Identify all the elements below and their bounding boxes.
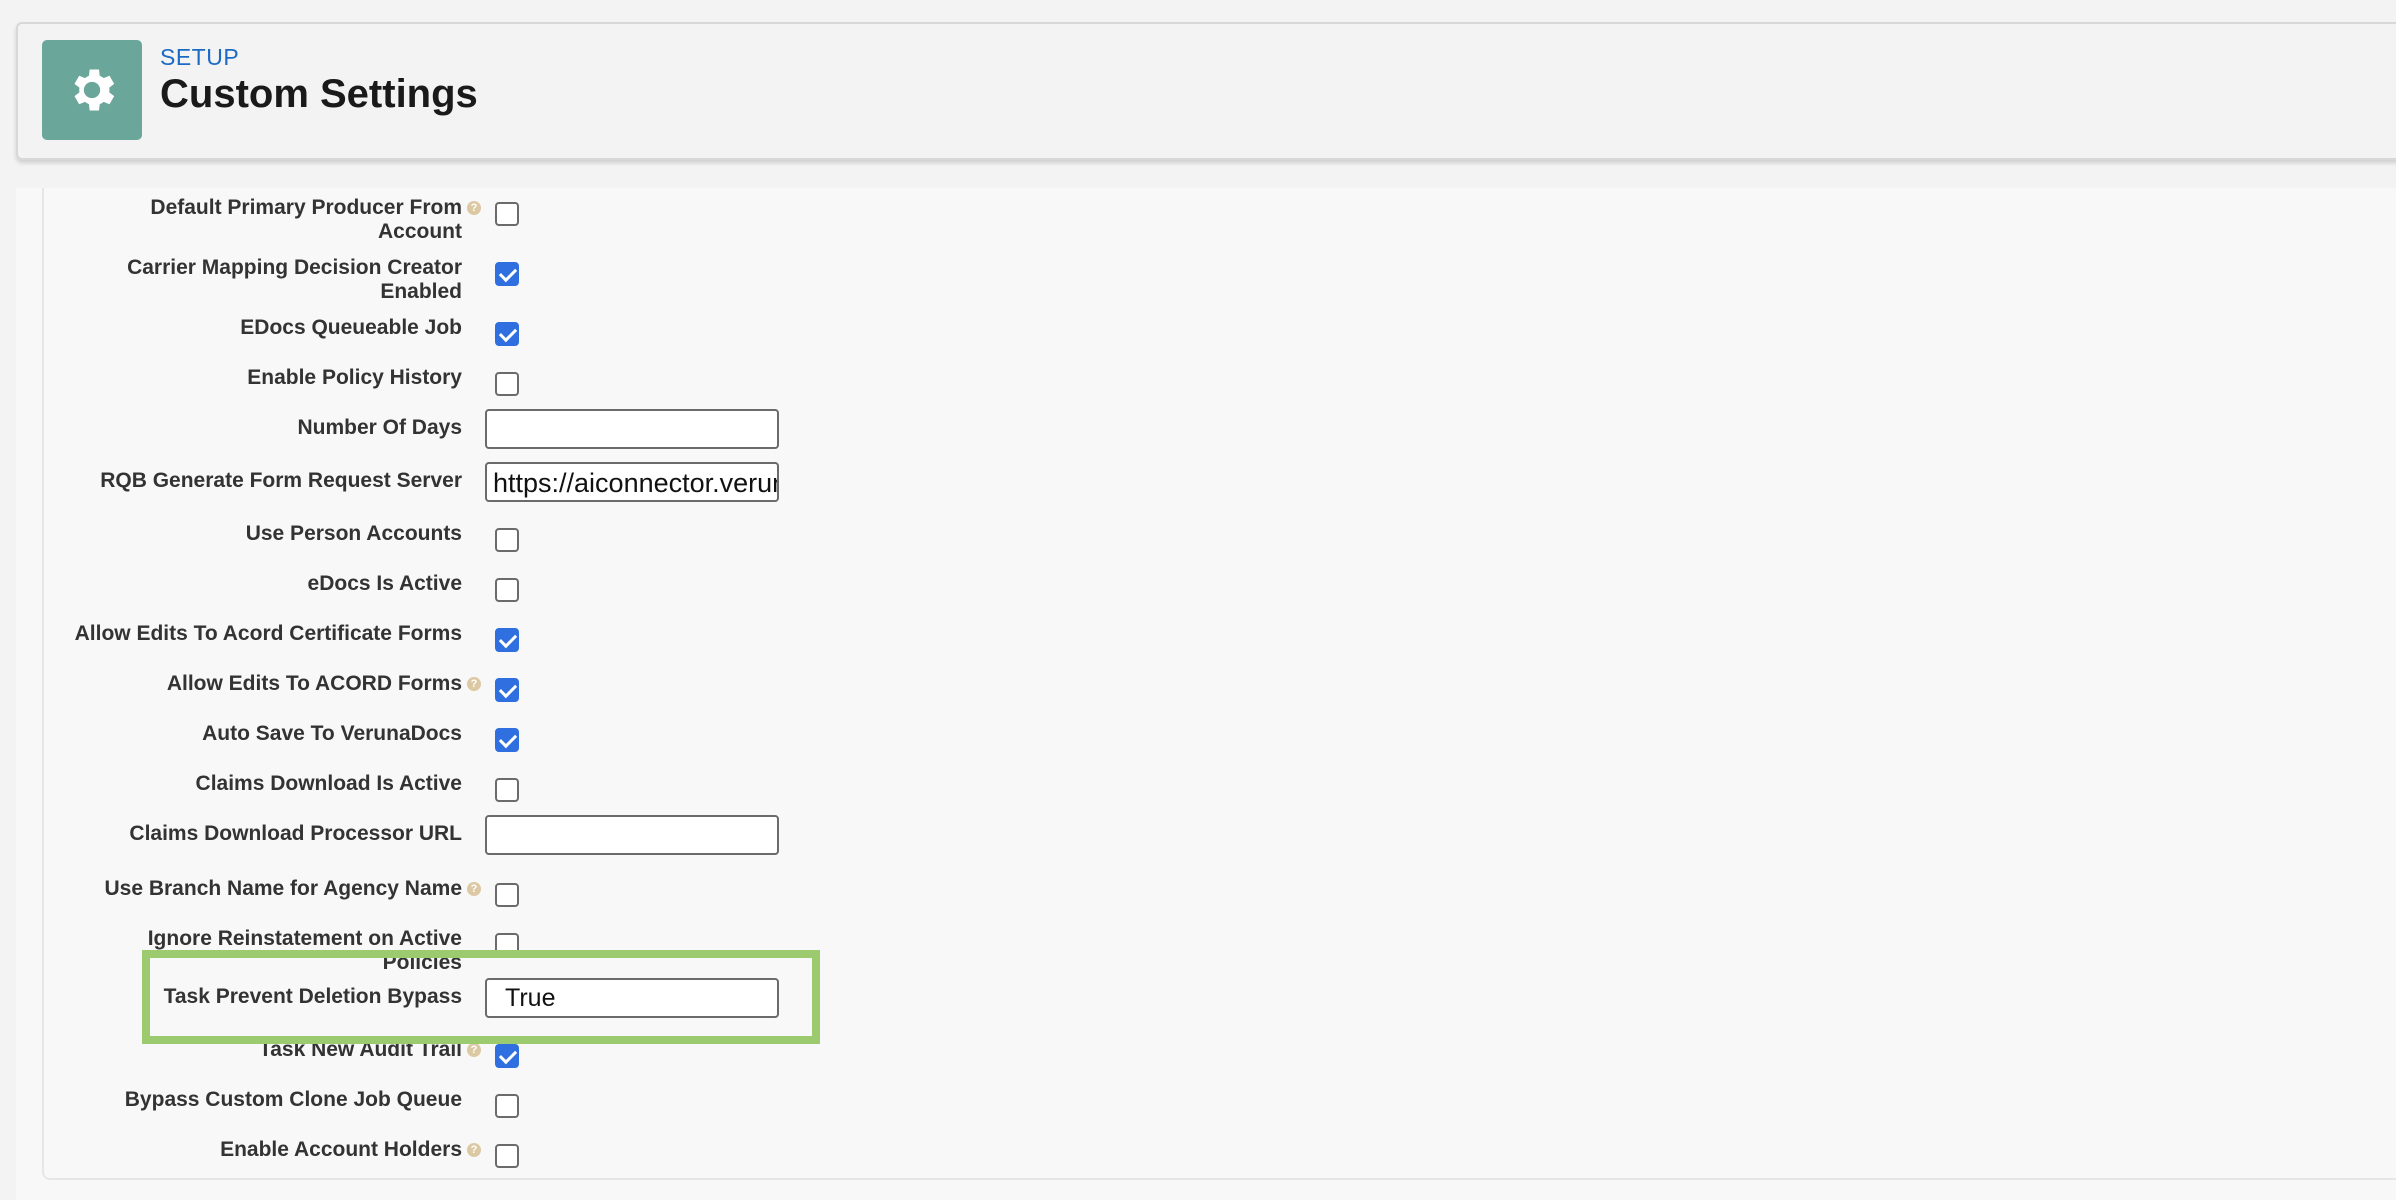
field-label: Number Of Days	[62, 416, 462, 440]
help-icon[interactable]: ?	[467, 1043, 481, 1057]
field-label: Allow Edits To ACORD Forms	[62, 672, 462, 696]
field-label-line1: Use Person Accounts	[245, 522, 462, 545]
checkbox-unchecked[interactable]	[495, 372, 519, 396]
help-icon[interactable]: ?	[467, 1143, 481, 1157]
field-label-line2: Account	[378, 220, 462, 243]
field-label-line1: Enable Account Holders	[220, 1138, 462, 1161]
field-label: Use Branch Name for Agency Name	[62, 877, 462, 901]
checkbox-unchecked[interactable]	[495, 202, 519, 226]
field-label-line2: Enabled	[380, 280, 462, 303]
breadcrumb-setup[interactable]: SETUP	[160, 44, 239, 71]
field-label-line1: Ignore Reinstatement on Active	[147, 927, 462, 950]
field-label: Enable Policy History	[62, 366, 462, 390]
field-label-line1: Claims Download Processor URL	[129, 822, 462, 845]
field-label: Auto Save To VerunaDocs	[62, 722, 462, 746]
checkbox-unchecked[interactable]	[495, 883, 519, 907]
text-input[interactable]	[485, 409, 779, 449]
checkbox-unchecked[interactable]	[495, 528, 519, 552]
field-label: Bypass Custom Clone Job Queue	[62, 1088, 462, 1112]
help-icon[interactable]: ?	[467, 882, 481, 896]
field-label: Claims Download Processor URL	[62, 822, 462, 846]
field-label-line1: Claims Download Is Active	[195, 772, 462, 795]
field-label-line1: Carrier Mapping Decision Creator	[127, 256, 462, 279]
help-icon[interactable]: ?	[467, 677, 481, 691]
checkbox-checked[interactable]	[495, 728, 519, 752]
field-label-line1: Auto Save To VerunaDocs	[202, 722, 462, 745]
checkbox-unchecked[interactable]	[495, 578, 519, 602]
field-label: Default Primary Producer From Account	[62, 196, 462, 244]
gear-icon	[74, 69, 115, 111]
field-label: RQB Generate Form Request Server	[62, 469, 462, 493]
text-input[interactable]: https://aiconnector.verun	[485, 462, 779, 502]
checkbox-checked[interactable]	[495, 678, 519, 702]
field-label: EDocs Queueable Job	[62, 316, 462, 340]
checkbox-checked[interactable]	[495, 628, 519, 652]
field-label-line1: Default Primary Producer From	[150, 196, 462, 219]
field-label-line1: eDocs Is Active	[307, 572, 462, 595]
checkbox-checked[interactable]	[495, 1044, 519, 1068]
field-label-line1: Allow Edits To ACORD Forms	[166, 672, 462, 695]
field-label-line1: Enable Policy History	[247, 366, 462, 389]
field-label-line1: Allow Edits To Acord Certificate Forms	[74, 622, 462, 645]
page-title: Custom Settings	[160, 72, 478, 116]
text-input[interactable]	[485, 815, 779, 855]
checkbox-unchecked[interactable]	[495, 778, 519, 802]
field-label: Enable Account Holders	[62, 1138, 462, 1162]
field-label: Allow Edits To Acord Certificate Forms	[62, 622, 462, 646]
field-label-line1: RQB Generate Form Request Server	[100, 469, 462, 492]
checkbox-checked[interactable]	[495, 322, 519, 346]
field-label-line1: Bypass Custom Clone Job Queue	[124, 1088, 462, 1111]
setup-gear-tile	[42, 40, 142, 140]
page-header: SETUP Custom Settings	[16, 22, 2396, 160]
checkbox-checked[interactable]	[495, 262, 519, 286]
field-label: Carrier Mapping Decision Creator Enabled	[62, 256, 462, 304]
field-label-line1: EDocs Queueable Job	[240, 316, 462, 339]
checkbox-unchecked[interactable]	[495, 1144, 519, 1168]
field-label: Use Person Accounts	[62, 522, 462, 546]
field-label-line1: Use Branch Name for Agency Name	[104, 877, 462, 900]
checkbox-unchecked[interactable]	[495, 1094, 519, 1118]
field-label: eDocs Is Active	[62, 572, 462, 596]
help-icon[interactable]: ?	[467, 201, 481, 215]
field-label-line1: Number Of Days	[297, 416, 462, 439]
highlight-box	[142, 950, 820, 1044]
field-label: Claims Download Is Active	[62, 772, 462, 796]
